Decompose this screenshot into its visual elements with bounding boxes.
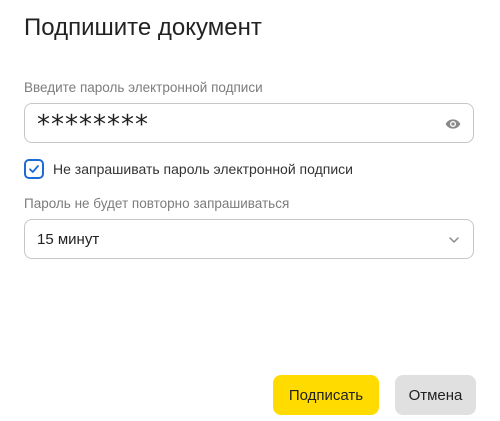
period-selected-value: 15 минут <box>37 231 100 248</box>
password-field[interactable]: ******** <box>24 103 474 143</box>
password-label: Введите пароль электронной подписи <box>24 80 263 95</box>
remember-password-label[interactable]: Не запрашивать пароль электронной подпис… <box>53 160 353 178</box>
remember-password-checkbox[interactable] <box>24 159 44 179</box>
eye-icon[interactable] <box>443 114 463 134</box>
chevron-down-icon <box>449 237 459 243</box>
password-value: ******** <box>37 110 149 140</box>
remember-password-row[interactable]: Не запрашивать пароль электронной подпис… <box>24 158 353 180</box>
checkmark-icon <box>29 165 39 173</box>
period-select[interactable]: 15 минут <box>24 219 474 259</box>
cancel-button[interactable]: Отмена <box>395 375 476 415</box>
dialog-title: Подпишите документ <box>24 14 262 41</box>
period-label: Пароль не будет повторно запрашиваться <box>24 196 290 211</box>
sign-document-dialog: Подпишите документ Введите пароль электр… <box>0 0 500 421</box>
sign-button[interactable]: Подписать <box>273 375 379 415</box>
